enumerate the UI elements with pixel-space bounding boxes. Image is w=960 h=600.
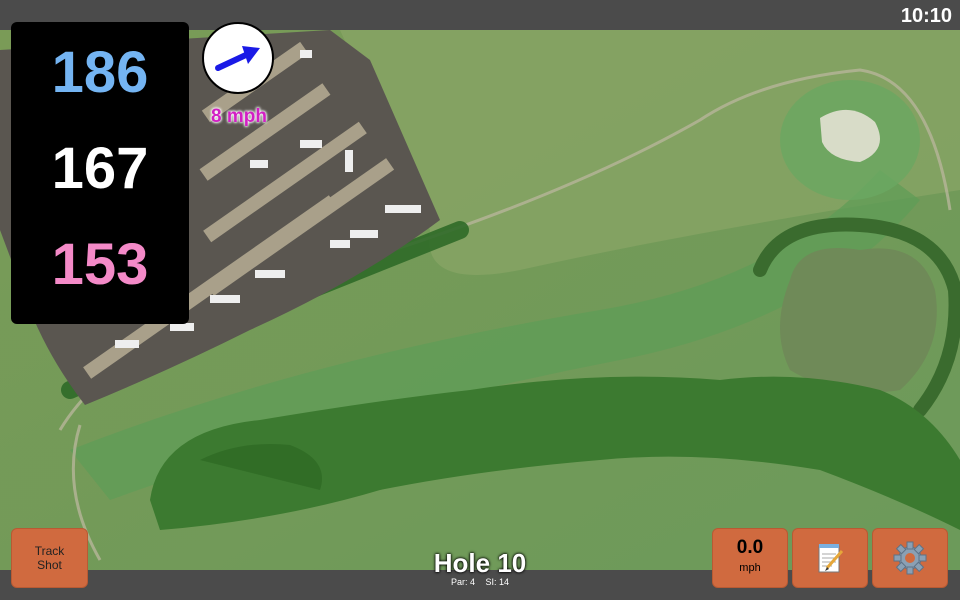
track-shot-label-line2: Shot — [37, 558, 62, 572]
wind-arrow-icon — [215, 46, 260, 71]
speed-value: 0.0 — [736, 537, 764, 558]
track-shot-label-line1: Track — [34, 544, 65, 558]
track-shot-button[interactable]: Track Shot — [11, 528, 88, 588]
hole-title: Hole 10 — [433, 548, 527, 578]
back-distance: 186 — [51, 40, 149, 105]
wind-indicator — [202, 22, 274, 94]
hole-stroke-index: SI: 14 — [485, 577, 510, 587]
front-distance: 153 — [51, 232, 149, 297]
speed-unit: mph — [739, 562, 761, 574]
hole-meta: Par: 4 SI: 14 — [380, 577, 580, 587]
hole-par: Par: 4 — [450, 577, 475, 587]
speed-button[interactable]: 0.0 mph — [712, 528, 788, 588]
middle-distance: 167 — [51, 136, 149, 201]
settings-button[interactable] — [872, 528, 948, 588]
distance-panel: 186 167 153 — [11, 22, 189, 324]
notes-button[interactable] — [792, 528, 868, 588]
gear-icon — [893, 541, 927, 575]
notepad-icon — [818, 544, 844, 573]
clock: 10:10 — [900, 5, 952, 27]
wind-speed: 8 mph — [211, 106, 267, 127]
